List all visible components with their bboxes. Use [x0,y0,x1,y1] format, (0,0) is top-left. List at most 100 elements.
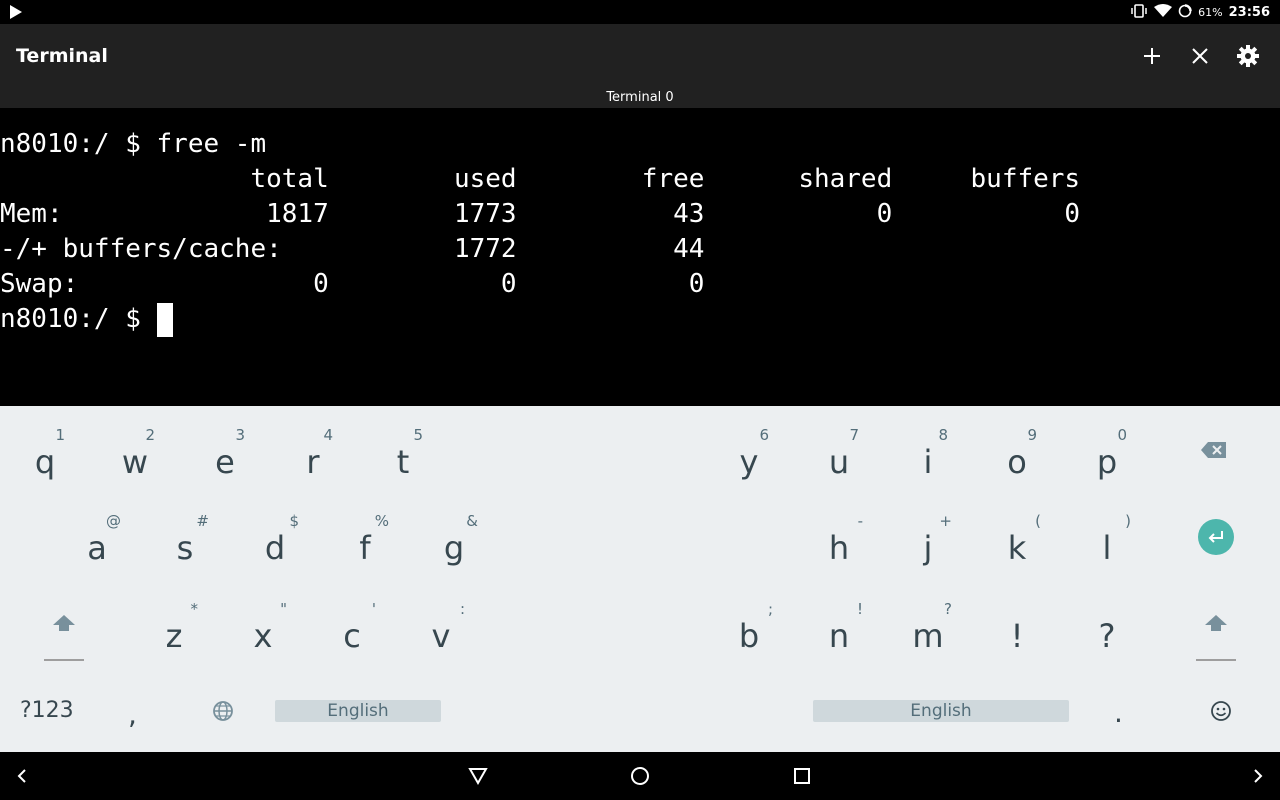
key[interactable]: 5t [373,418,433,488]
key-label: j [923,529,933,567]
text-cursor [156,302,173,337]
terminal-line: n8010:/ $ free -m [0,129,267,159]
settings-button[interactable] [1232,40,1264,72]
app-title: Terminal [16,45,108,67]
key[interactable]: % f [335,504,395,574]
session-tab[interactable]: Terminal 0 [0,88,1280,108]
key-label: p [1096,443,1118,481]
shift-right-underline [1196,659,1236,661]
backspace-icon [1201,442,1226,458]
comma-key[interactable]: , [128,698,137,731]
clock: 23:56 [1228,4,1270,20]
key[interactable]: 4r [283,418,343,488]
key-label: x [253,617,273,655]
key-label: f [359,529,371,567]
key[interactable]: * z [144,592,204,662]
close-icon [1192,48,1208,64]
backspace-button[interactable] [1200,440,1234,464]
home-button[interactable] [626,762,654,790]
back-triangle-icon [468,768,488,785]
key[interactable]: 2w [105,418,165,488]
spacebar-left[interactable]: English [275,700,441,722]
key-label: h [828,529,850,567]
status-bar: 61% 23:56 [0,0,1280,24]
key[interactable]: 3e [195,418,255,488]
key[interactable]: # s [155,504,215,574]
key-label: d [264,529,286,567]
shift-icon [1205,615,1227,631]
key-label: u [828,443,850,481]
key[interactable]: ) l [1077,504,1137,574]
soft-keyboard: 1 q 2 w 3 e 4 r 5 t 6 y 7 u 8 i 9 o 0 p @ a # s $ d % f & g - h + j (k ) l * z… [0,406,1280,752]
key[interactable]: ; b [719,592,779,662]
key-label: y [739,443,759,481]
terminal-output[interactable]: n8010:/ $ free -m total used free shared… [0,108,1280,406]
key-label: r [306,443,320,481]
key[interactable]: ! [987,592,1047,662]
key[interactable]: (k [987,504,1047,574]
terminal-line: Mem: 1817 1773 43 0 0 [0,199,1081,229]
key[interactable]: + j [898,504,958,574]
globe-icon [213,701,233,721]
key[interactable]: :v [411,592,471,662]
shift-left-underline [44,659,84,661]
chevron-right-icon [1254,769,1263,783]
key[interactable]: 7u [809,418,869,488]
key-label: t [396,443,410,481]
key-label: e [215,443,235,481]
vibrate-icon [1130,3,1148,21]
terminal-line: Swap: 0 0 0 [0,269,705,299]
key-label: z [165,617,183,655]
symbols-key[interactable]: ?123 [20,698,74,723]
enter-button[interactable] [1198,519,1234,555]
close-session-button[interactable] [1184,40,1216,72]
key[interactable]: & g [424,504,484,574]
chevron-left-icon [17,769,26,783]
key[interactable]: ? m [898,592,958,662]
key-label: v [431,617,451,655]
key[interactable]: ' c [322,592,382,662]
back-button[interactable] [464,762,492,790]
shift-left-button[interactable] [44,612,84,638]
wifi-icon [1154,3,1173,21]
keyboard-right-button[interactable] [1246,762,1270,790]
key-label: q [34,443,56,481]
app-bar: Terminal [0,24,1280,88]
smiley-icon [1211,701,1231,721]
key-label: o [1007,443,1027,481]
key-label: n [828,617,850,655]
key-label: b [738,617,760,655]
key[interactable]: " x [233,592,293,662]
key-label: k [1007,529,1027,567]
key-label: w [121,443,149,481]
key[interactable]: -h [809,504,869,574]
key[interactable]: 0p [1077,418,1137,488]
key[interactable]: 6y [719,418,779,488]
key-label: i [923,443,933,481]
key-label: l [1102,529,1112,567]
keyboard-left-button[interactable] [10,762,34,790]
key[interactable]: $ d [245,504,305,574]
key[interactable]: ! n [809,592,869,662]
key-label: g [443,529,465,567]
terminal-line: -/+ buffers/cache: 1772 44 [0,234,705,264]
key-label: s [176,529,194,567]
play-icon [10,5,22,19]
key-label: ! [1010,617,1024,655]
language-button[interactable] [212,700,236,724]
battery-icon [1178,3,1192,21]
key-label: c [343,617,361,655]
period-key[interactable]: . [1114,696,1123,729]
key[interactable]: 9o [987,418,1047,488]
new-session-button[interactable] [1136,40,1168,72]
key[interactable]: 1q [15,418,75,488]
key[interactable]: @ a [67,504,127,574]
key[interactable]: ? [1077,592,1137,662]
terminal-prompt-line: n8010:/ $ [0,302,173,337]
emoji-button[interactable] [1210,700,1234,724]
plus-icon [1144,48,1160,64]
shift-right-button[interactable] [1196,612,1236,638]
key[interactable]: 8i [898,418,958,488]
recents-button[interactable] [788,762,816,790]
spacebar-right[interactable]: English [813,700,1069,722]
